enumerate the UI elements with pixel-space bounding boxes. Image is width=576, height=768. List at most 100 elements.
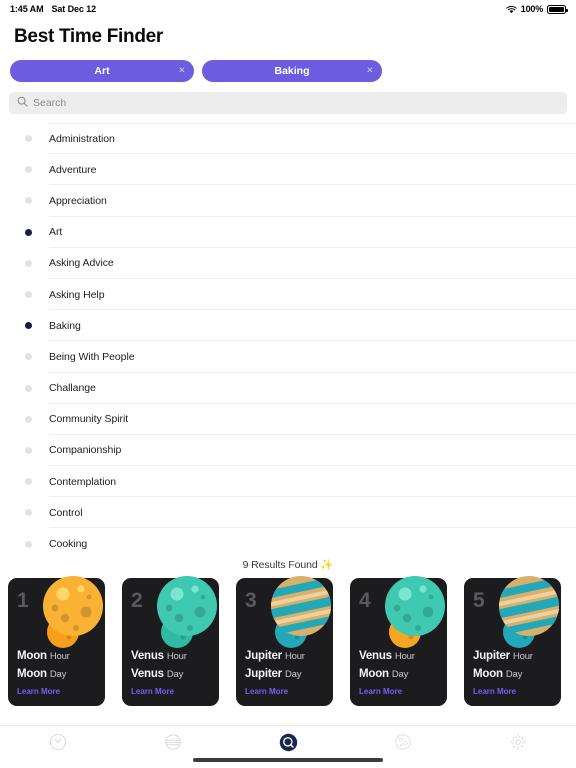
list-item[interactable]: Control [0, 497, 576, 529]
status-bar-left: 1:45 AM Sat Dec 12 [10, 4, 96, 14]
unselected-dot-icon [25, 291, 32, 299]
card-day-planet: Moon [17, 668, 47, 681]
tab-clock[interactable] [0, 726, 115, 756]
results-count-text: 9 Results Found [242, 559, 318, 571]
moon-icon [394, 733, 412, 756]
list-item[interactable]: Adventure [0, 154, 576, 186]
result-card[interactable]: 1 Moon Hour Moon Day Learn More [8, 576, 105, 706]
close-icon[interactable]: × [367, 65, 373, 77]
card-rank-number: 1 [17, 589, 29, 612]
learn-more-link[interactable]: Learn More [245, 687, 305, 696]
result-card[interactable]: 3 Jupiter Hour Jupiter Day Learn More [236, 576, 333, 706]
card-hour-planet: Venus [359, 649, 392, 662]
list-item[interactable]: Community Spirit [0, 404, 576, 436]
list-item[interactable]: Baking [0, 310, 576, 342]
card-hour-planet: Jupiter [473, 649, 510, 662]
unselected-dot-icon [25, 353, 32, 361]
home-indicator [193, 758, 383, 762]
card-day-line: Moon Day [359, 665, 415, 684]
card-text-block: Jupiter Hour Jupiter Day Learn More [245, 647, 305, 696]
results-card-carousel[interactable]: 1 Moon Hour Moon Day Learn More 2 Venus Hour V… [0, 575, 576, 707]
selected-filter-chips: Art × Baking × [0, 48, 576, 82]
learn-more-link[interactable]: Learn More [17, 687, 70, 696]
card-hour-unit: Hour [49, 650, 70, 662]
filter-chip-label: Baking [274, 65, 310, 77]
list-item[interactable]: Cooking [0, 528, 576, 552]
category-list[interactable]: Administration Adventure Appreciation Art As… [0, 123, 576, 552]
list-item[interactable]: Challange [0, 373, 576, 404]
filter-chip-label: Art [94, 65, 110, 77]
unselected-dot-icon [25, 415, 32, 423]
card-rank-number: 4 [359, 589, 371, 612]
card-hour-planet: Venus [131, 649, 164, 662]
card-hour-unit: Hour [166, 650, 187, 662]
list-item[interactable]: Asking Help [0, 279, 576, 311]
battery-percent: 100% [520, 4, 543, 14]
card-rank-number: 3 [245, 589, 257, 612]
close-icon[interactable]: × [179, 65, 185, 77]
gear-icon [509, 733, 527, 756]
wifi-icon [506, 5, 517, 14]
card-day-unit: Day [166, 669, 184, 681]
list-item[interactable]: Companionship [0, 435, 576, 467]
list-item-label: Asking Help [49, 288, 105, 301]
result-card[interactable]: 5 Jupiter Hour Moon Day Learn More [464, 576, 561, 706]
tab-jupiter[interactable] [115, 726, 230, 756]
card-day-unit: Day [391, 669, 409, 681]
filter-chip-art[interactable]: Art × [10, 60, 194, 82]
sparkle-icon: ✨ [320, 559, 334, 571]
search-bar[interactable] [9, 92, 567, 114]
card-rank-number: 2 [131, 589, 143, 612]
card-day-planet: Moon [473, 668, 503, 681]
result-card[interactable]: 2 Venus Hour Venus Day Learn More [122, 576, 219, 706]
list-item-label: Community Spirit [49, 413, 129, 426]
tab-moon[interactable] [346, 726, 461, 756]
card-day-unit: Day [284, 669, 302, 681]
card-day-planet: Moon [359, 668, 389, 681]
list-item-label: Administration [49, 132, 115, 145]
list-item[interactable]: Administration [0, 123, 576, 155]
results-count: 9 Results Found ✨ [0, 552, 576, 575]
list-item[interactable]: Contemplation [0, 466, 576, 498]
filter-chip-baking[interactable]: Baking × [202, 60, 382, 82]
list-item-label: Adventure [49, 163, 97, 176]
tab-settings[interactable] [461, 726, 576, 756]
card-day-line: Moon Day [17, 665, 70, 684]
learn-more-link[interactable]: Learn More [473, 687, 533, 696]
card-hour-line: Venus Hour [359, 647, 415, 666]
list-item-label: Challange [49, 382, 96, 395]
list-item-label: Being With People [49, 350, 135, 363]
search-circle-icon [279, 733, 298, 757]
card-day-planet: Jupiter [245, 668, 282, 681]
list-item-label: Baking [49, 319, 81, 332]
list-item[interactable]: Being With People [0, 341, 576, 373]
card-hour-unit: Hour [512, 650, 533, 662]
unselected-dot-icon [25, 259, 32, 267]
selected-dot-icon [25, 228, 32, 236]
card-text-block: Jupiter Hour Moon Day Learn More [473, 647, 533, 696]
list-item-label: Asking Advice [49, 257, 114, 270]
learn-more-link[interactable]: Learn More [131, 687, 187, 696]
list-item[interactable]: Appreciation [0, 185, 576, 217]
card-hour-planet: Moon [17, 649, 47, 662]
unselected-dot-icon [25, 166, 32, 174]
card-hour-planet: Jupiter [245, 649, 282, 662]
card-day-unit: Day [49, 669, 67, 681]
search-input[interactable] [33, 97, 559, 109]
learn-more-link[interactable]: Learn More [359, 687, 415, 696]
status-time: 1:45 AM [10, 4, 44, 14]
list-item-label: Appreciation [49, 194, 107, 207]
list-item-label: Contemplation [49, 475, 117, 488]
card-day-line: Jupiter Day [245, 665, 305, 684]
jupiter-icon [164, 733, 182, 756]
card-hour-unit: Hour [394, 650, 415, 662]
result-card[interactable]: 4 Venus Hour Moon Day Learn More [350, 576, 447, 706]
unselected-dot-icon [25, 135, 32, 143]
search-bar-container [0, 82, 576, 114]
list-item[interactable]: Art [0, 217, 576, 248]
tab-search[interactable] [230, 726, 345, 757]
list-item[interactable]: Asking Advice [0, 248, 576, 280]
card-day-planet: Venus [131, 668, 164, 681]
card-rank-number: 5 [473, 589, 485, 612]
unselected-dot-icon [25, 446, 32, 454]
